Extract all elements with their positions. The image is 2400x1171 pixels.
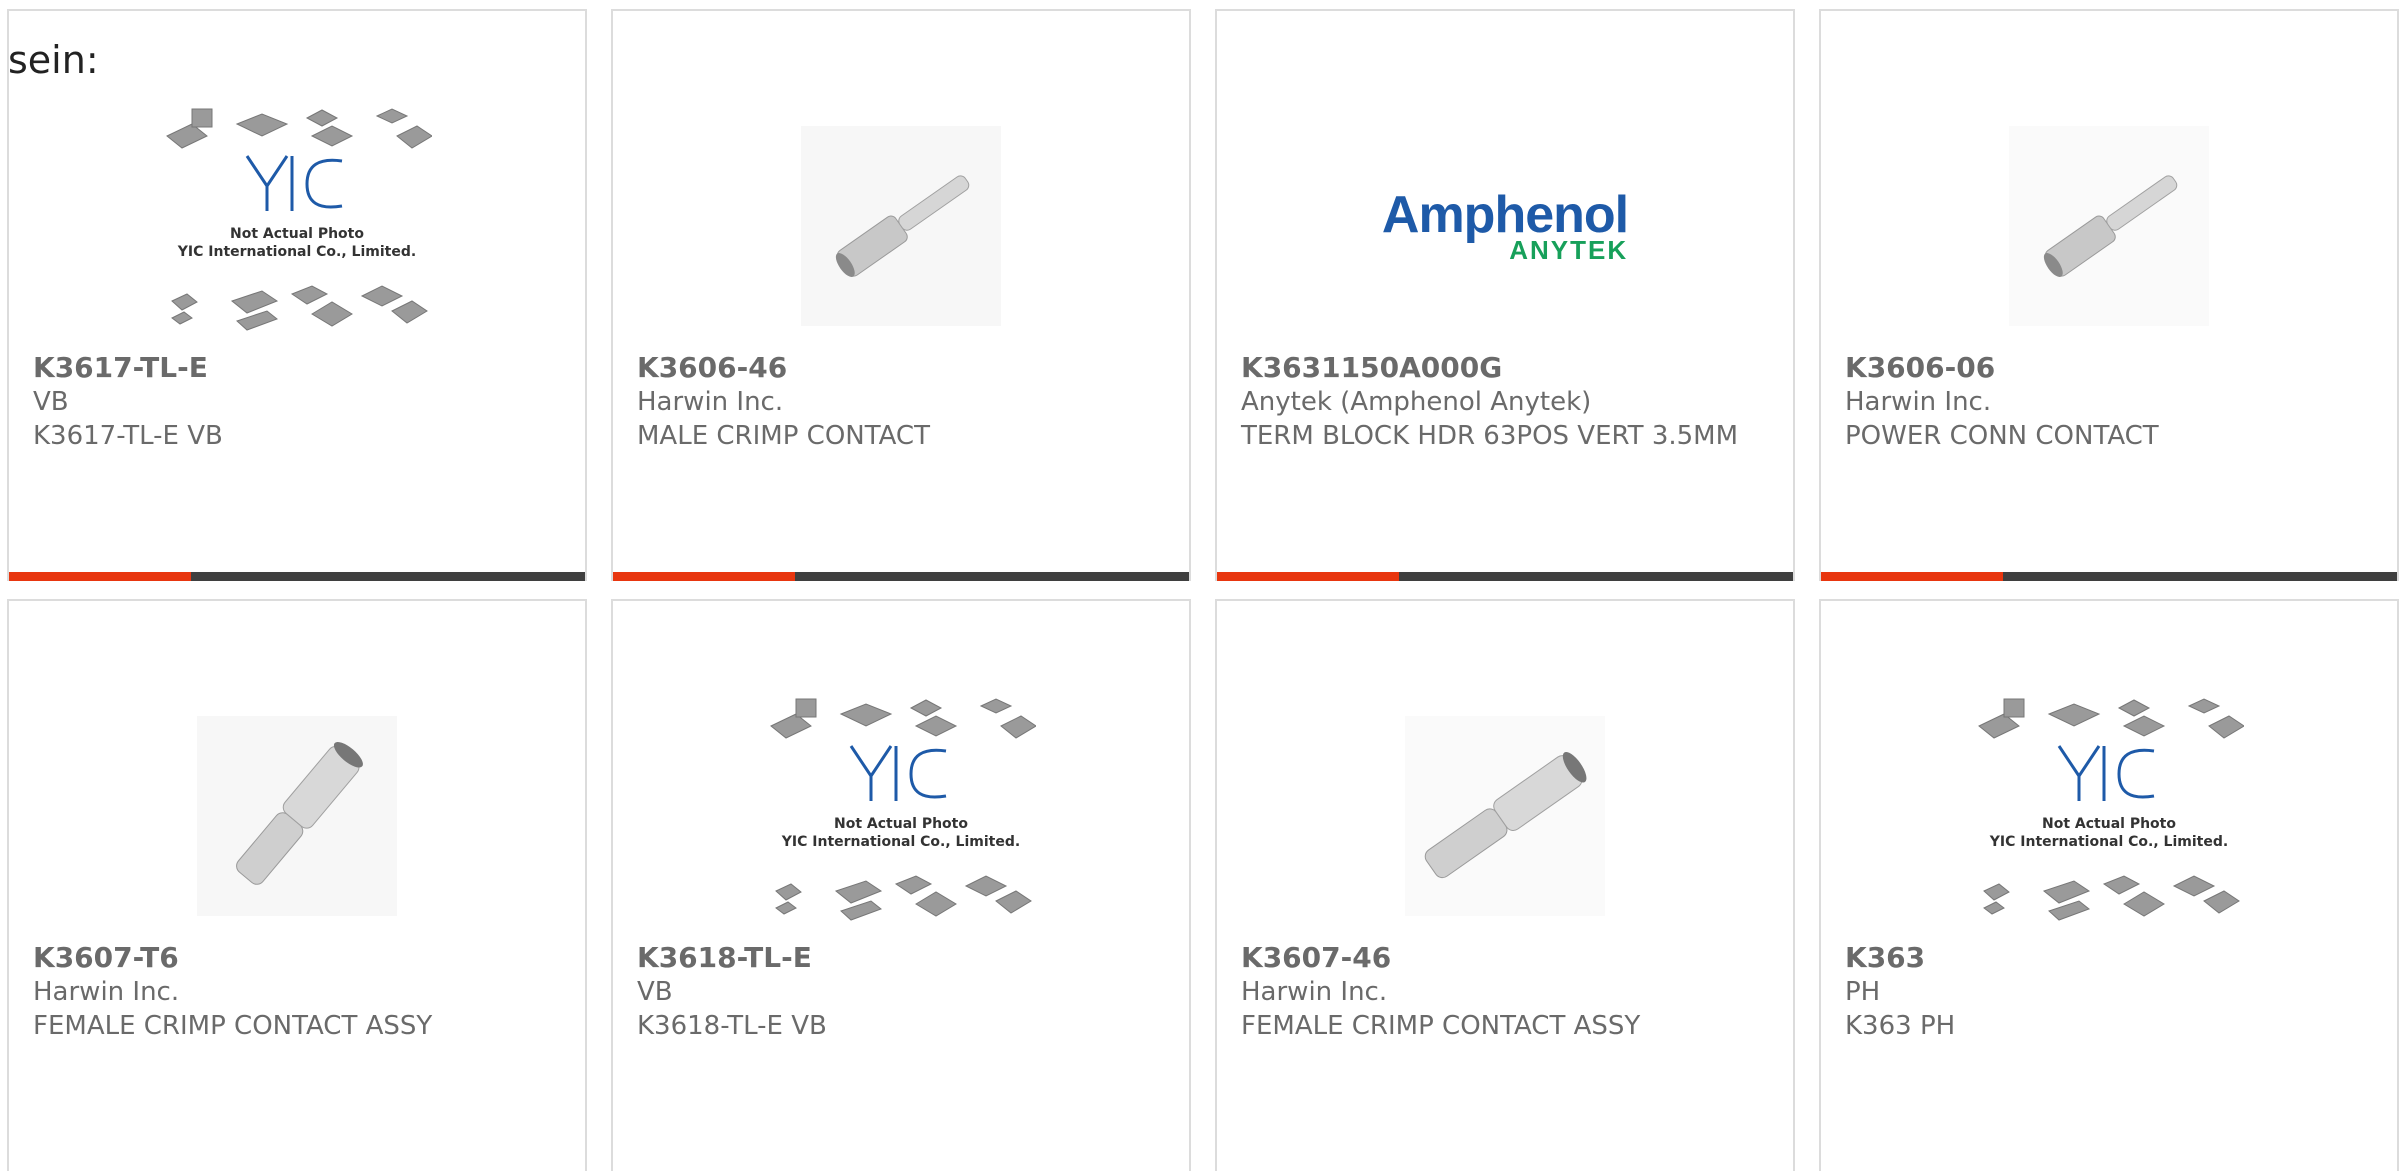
product-grid: Not Actual Photo YIC International Co., … [7,9,2399,1171]
manufacturer: VB [637,977,673,1007]
yic-placeholder-image: Not Actual Photo YIC International Co., … [166,108,432,331]
placeholder-line1: Not Actual Photo [834,816,968,832]
product-image: Not Actual Photo YIC International Co., … [1821,676,2397,956]
crimp-pin-image [2009,126,2209,326]
placeholder-line1: Not Actual Photo [230,226,364,242]
manufacturer: Anytek (Amphenol Anytek) [1241,387,1592,417]
manufacturer: VB [33,387,69,417]
amphenol-logo-image: Amphenol ANYTEK [1381,186,1629,265]
manufacturer: PH [1845,977,1881,1007]
manufacturer: Harwin Inc. [1845,387,1992,417]
product-card[interactable]: Not Actual Photo YIC International Co., … [611,599,1191,1171]
yic-placeholder-image: Not Actual Photo YIC International Co., … [770,698,1036,921]
intro-text: sein: [8,38,99,82]
product-info: K3617-TL-E VB K3617-TL-E VB [33,351,561,453]
part-number-link[interactable]: K3606-06 [1845,351,2373,385]
product-image [9,676,585,956]
part-number-link[interactable]: K3607-46 [1241,941,1769,975]
description: FEMALE CRIMP CONTACT ASSY [1241,1011,1641,1041]
product-card[interactable]: Not Actual Photo YIC International Co., … [7,9,587,581]
placeholder-line2: YIC International Co., Limited. [781,834,1020,850]
product-image: Not Actual Photo YIC International Co., … [613,676,1189,956]
product-card[interactable]: K3606-46 Harwin Inc. MALE CRIMP CONTACT [611,9,1191,581]
yic-placeholder-image: Not Actual Photo YIC International Co., … [1978,698,2244,921]
product-card[interactable]: K3606-06 Harwin Inc. POWER CONN CONTACT [1819,9,2399,581]
card-footer-bar [613,572,1189,581]
product-image: Amphenol ANYTEK [1217,86,1793,366]
description: K3617-TL-E VB [33,421,223,451]
description: MALE CRIMP CONTACT [637,421,930,451]
product-info: K363 PH K363 PH [1845,941,2373,1043]
product-info: K3606-06 Harwin Inc. POWER CONN CONTACT [1845,351,2373,453]
part-number-link[interactable]: K3606-46 [637,351,1165,385]
product-info: K3607-46 Harwin Inc. FEMALE CRIMP CONTAC… [1241,941,1769,1043]
product-info: K3607-T6 Harwin Inc. FEMALE CRIMP CONTAC… [33,941,561,1043]
card-footer-bar [9,572,585,581]
crimp-pin-image [801,126,1001,326]
description: FEMALE CRIMP CONTACT ASSY [33,1011,433,1041]
placeholder-line1: Not Actual Photo [2042,816,2176,832]
description: TERM BLOCK HDR 63POS VERT 3.5MM [1241,421,1739,451]
product-info: K3631150A000G Anytek (Amphenol Anytek) T… [1241,351,1769,453]
placeholder-line2: YIC International Co., Limited. [177,244,416,260]
product-info: K3606-46 Harwin Inc. MALE CRIMP CONTACT [637,351,1165,453]
product-image [1217,676,1793,956]
crimp-socket-image [197,716,397,916]
product-image [1821,86,2397,366]
placeholder-line2: YIC International Co., Limited. [1989,834,2228,850]
product-card[interactable]: K3607-46 Harwin Inc. FEMALE CRIMP CONTAC… [1215,599,1795,1171]
product-info: K3618-TL-E VB K3618-TL-E VB [637,941,1165,1043]
description: K3618-TL-E VB [637,1011,827,1041]
description: K363 PH [1845,1011,1956,1041]
product-image: Not Actual Photo YIC International Co., … [9,86,585,366]
crimp-socket-image [1405,716,1605,916]
card-footer-bar [1217,572,1793,581]
manufacturer: Harwin Inc. [33,977,180,1007]
manufacturer: Harwin Inc. [637,387,784,417]
part-number-link[interactable]: K3607-T6 [33,941,561,975]
product-card[interactable]: K3607-T6 Harwin Inc. FEMALE CRIMP CONTAC… [7,599,587,1171]
manufacturer: Harwin Inc. [1241,977,1388,1007]
part-number-link[interactable]: K363 [1845,941,2373,975]
description: POWER CONN CONTACT [1845,421,2159,451]
product-card[interactable]: Not Actual Photo YIC International Co., … [1819,599,2399,1171]
product-image [613,86,1189,366]
product-card[interactable]: Amphenol ANYTEK K3631150A000G Anytek (Am… [1215,9,1795,581]
part-number-link[interactable]: K3617-TL-E [33,351,561,385]
card-footer-bar [1821,572,2397,581]
part-number-link[interactable]: K3631150A000G [1241,351,1769,385]
part-number-link[interactable]: K3618-TL-E [637,941,1165,975]
